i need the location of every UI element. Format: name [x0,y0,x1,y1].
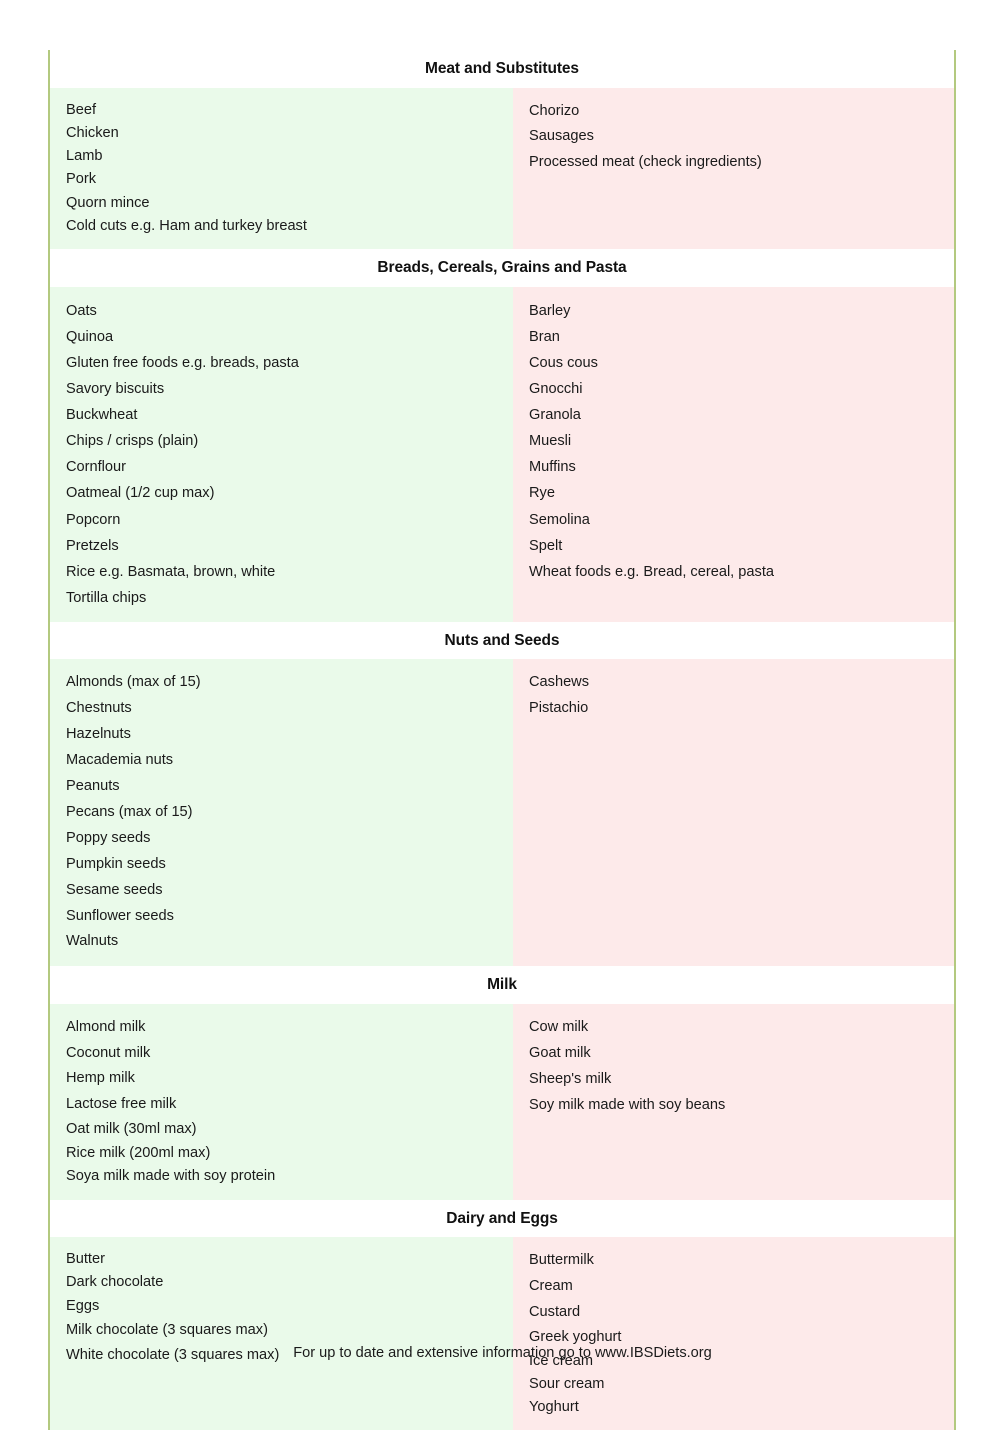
list-item: Spelt [529,537,563,554]
avoid-column-meat-and-substitutes: Chorizo Sausages Processed meat (check i… [513,87,954,250]
section-body-meat-and-substitutes: Beef Chicken Lamb Pork Quorn mince Cold … [50,87,954,250]
list-item: Pumpkin seeds [66,855,166,872]
list-item: Cous cous [529,354,598,371]
list-item: Goat milk [529,1044,591,1061]
section-body-dairy-and-eggs: Butter Dark chocolate Eggs Milk chocolat… [50,1237,954,1430]
section-header-breads-cereals-grains-and-pasta: Breads, Cereals, Grains and Pasta [50,249,954,287]
list-item: Buckwheat [66,407,138,424]
section-body-nuts-and-seeds: Almonds (max of 15) Chestnuts Hazelnuts … [50,659,954,967]
section-body-milk: Almond milk Coconut milk Hemp milk Lacto… [50,1003,954,1200]
page-root: Meat and Substitutes Beef Chicken Lamb P… [0,0,1005,1430]
list-item: Almond milk [66,1018,146,1035]
allowed-column-meat-and-substitutes: Beef Chicken Lamb Pork Quorn mince Cold … [50,87,513,250]
list-item: Oat milk (30ml max) [66,1121,197,1138]
list-item: Soy milk made with soy beans [529,1096,726,1113]
list-item: Bran [529,328,560,345]
list-item: Cow milk [529,1018,589,1035]
list-item: Barley [529,302,571,319]
list-item: Almonds (max of 15) [66,674,201,691]
section-body-breads-cereals-grains-and-pasta: Oats Quinoa Gluten free foods e.g. bread… [50,286,954,622]
section-header-dairy-and-eggs: Dairy and Eggs [50,1199,954,1238]
list-item: Macademia nuts [66,752,174,769]
list-item: Milk chocolate (3 squares max) [66,1321,268,1338]
allowed-column-nuts-and-seeds: Almonds (max of 15) Chestnuts Hazelnuts … [50,659,513,967]
section-header-meat-and-substitutes: Meat and Substitutes [50,50,954,88]
list-item: Granola [529,407,581,424]
allowed-column-dairy-and-eggs: Butter Dark chocolate Eggs Milk chocolat… [50,1237,513,1430]
list-item: Wheat foods e.g. Bread, cereal, pasta [529,563,774,580]
list-item: Cashews [529,674,590,691]
list-item: Processed meat (check ingredients) [529,154,762,171]
list-item: Yoghurt [529,1399,579,1416]
allowed-column-milk: Almond milk Coconut milk Hemp milk Lacto… [50,1003,513,1200]
list-item: Quorn mince [66,194,150,211]
section-header-nuts-and-seeds: Nuts and Seeds [50,621,954,660]
list-item: Coconut milk [66,1044,151,1061]
list-item: Poppy seeds [66,829,151,846]
list-item: Rye [529,485,555,502]
list-item: Lamb [66,148,103,165]
list-item: Muffins [529,459,576,476]
list-item: Muesli [529,433,572,450]
list-item: Chicken [66,124,119,141]
section-header-milk: Milk [50,966,954,1004]
list-item: Rice e.g. Basmata, brown, white [66,563,276,580]
list-item: Savory biscuits [66,381,165,398]
list-item: Popcorn [66,511,121,528]
list-item: Hemp milk [66,1070,135,1087]
list-item: Sausages [529,128,594,145]
list-item: Oats [66,302,97,319]
list-item: Custard [529,1303,581,1320]
allowed-column-breads-cereals-grains-and-pasta: Oats Quinoa Gluten free foods e.g. bread… [50,286,513,622]
list-item: Eggs [66,1297,100,1314]
list-item: Soya milk made with soy protein [66,1168,276,1185]
list-item: Butter [66,1251,105,1268]
list-item: Cornflour [66,459,127,476]
list-item: Dark chocolate [66,1274,164,1291]
list-item: Sunflower seeds [66,907,174,924]
avoid-column-breads-cereals-grains-and-pasta: Barley Bran Cous cous Gnocchi Granola Mu… [513,286,954,622]
list-item: Hazelnuts [66,726,131,743]
food-list-table: Meat and Substitutes Beef Chicken Lamb P… [48,50,956,1430]
avoid-column-dairy-and-eggs: Buttermilk Cream Custard Greek yoghurt I… [513,1237,954,1430]
list-item: Chorizo [529,102,580,119]
list-item: Tortilla chips [66,589,147,606]
list-item: Lactose free milk [66,1096,177,1113]
list-item: Pecans (max of 15) [66,803,193,820]
avoid-column-nuts-and-seeds: Cashews Pistachio [513,659,954,967]
list-item: Quinoa [66,328,114,345]
list-item: Gluten free foods e.g. breads, pasta [66,354,299,371]
list-item: Rice milk (200ml max) [66,1144,211,1161]
avoid-column-milk: Cow milk Goat milk Sheep's milk Soy milk… [513,1003,954,1200]
list-item: Sheep's milk [529,1070,612,1087]
list-item: Sour cream [529,1376,605,1393]
list-item: Sesame seeds [66,881,163,898]
list-item: Semolina [529,511,590,528]
list-item: Buttermilk [529,1252,594,1269]
list-item: Pretzels [66,537,119,554]
list-item: Pistachio [529,700,589,717]
list-item: Chips / crisps (plain) [66,433,199,450]
list-item: Peanuts [66,778,120,795]
list-item: Beef [66,101,97,118]
list-item: Oatmeal (1/2 cup max) [66,485,215,502]
list-item: Gnocchi [529,381,583,398]
list-item: Chestnuts [66,700,132,717]
list-item: Cold cuts e.g. Ham and turkey breast [66,217,307,234]
list-item: Walnuts [66,933,119,950]
list-item: Cream [529,1277,573,1294]
footer-note: For up to date and extensive information… [293,1345,712,1361]
list-item: Pork [66,171,97,188]
